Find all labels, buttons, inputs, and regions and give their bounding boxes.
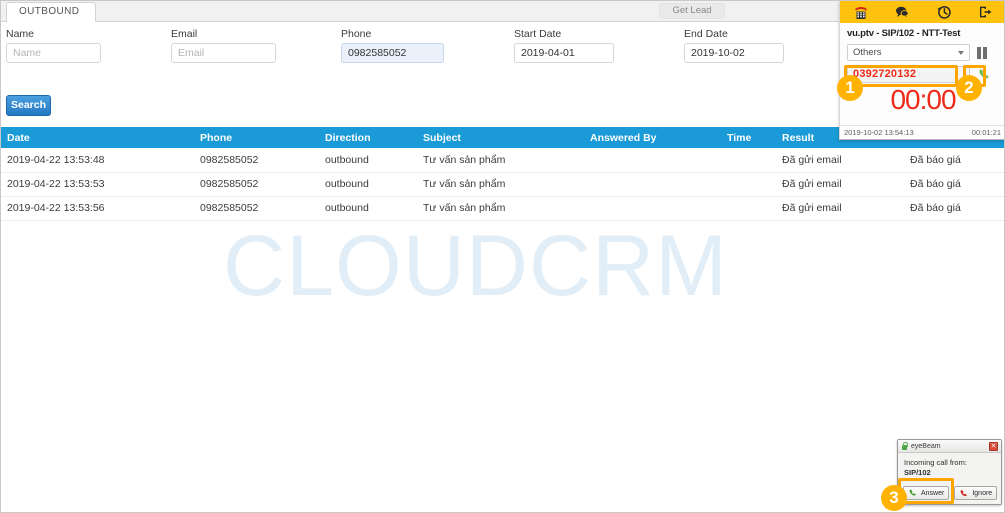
cell-result: Đã gửi email — [776, 196, 904, 221]
column-header-direction[interactable]: Direction — [319, 127, 417, 148]
cell-date: 2019-04-22 13:53:56 — [1, 196, 194, 221]
table-row[interactable]: 2019-04-22 13:53:56 0982585052 outbound … — [1, 196, 1004, 221]
ignore-phone-icon — [961, 490, 968, 497]
table-row[interactable]: 2019-04-22 13:53:48 0982585052 outbound … — [1, 148, 1004, 173]
softphone-status-bar: 2019-10-02 13:54:13 00:01:21 — [840, 125, 1004, 139]
cell-subject: Tư vấn sản phẩm — [417, 172, 584, 197]
calls-table-container: Date Phone Direction Subject Answered By… — [1, 127, 1004, 221]
field-name: Name — [6, 28, 101, 63]
cell-subject: Tư vấn sản phẩm — [417, 196, 584, 221]
eyebeam-caller: SIP/102 — [904, 468, 931, 477]
softphone-status-value: Others — [853, 47, 882, 58]
cell-answered-by — [584, 148, 721, 173]
softphone-panel: vu.ptv - SIP/102 - NTT-Test Others 03927… — [839, 1, 1005, 140]
softphone-uptime: 00:01:21 — [971, 128, 1001, 137]
cell-answered-by — [584, 172, 721, 197]
calls-table-body: 2019-04-22 13:53:48 0982585052 outbound … — [1, 148, 1004, 221]
softphone-account-label: vu.ptv - SIP/102 - NTT-Test — [847, 28, 961, 39]
tab-outbound[interactable]: OUTBOUND — [6, 2, 97, 22]
chat-bubble-icon[interactable] — [882, 1, 924, 23]
search-form: Name Email Phone Start Date End Date Sea… — [1, 22, 839, 127]
lock-icon — [901, 442, 908, 450]
cell-result: Đã gửi email — [776, 148, 904, 173]
field-phone: Phone — [341, 28, 444, 63]
search-input-name[interactable] — [6, 43, 101, 63]
softphone-number-row: 0392720132 — [847, 66, 999, 83]
search-input-phone[interactable] — [341, 43, 444, 63]
column-header-time[interactable]: Time — [721, 127, 776, 148]
logout-icon[interactable] — [965, 1, 1005, 23]
cell-extra: Đã báo giá — [904, 196, 1004, 221]
pause-icon-bar-right — [983, 46, 987, 59]
eyebeam-title: eyeBeam — [911, 442, 941, 450]
search-input-end-date[interactable] — [684, 43, 784, 63]
call-history-icon[interactable] — [923, 1, 965, 23]
call-timer: 00:00 — [890, 84, 956, 115]
close-icon[interactable]: ✕ — [989, 441, 998, 451]
app-window: OUTBOUND Get Lead Name Email Phone Start… — [0, 0, 1005, 513]
cell-extra: Đã báo giá — [904, 148, 1004, 173]
column-header-subject[interactable]: Subject — [417, 127, 584, 148]
column-header-date[interactable]: Date — [1, 127, 194, 148]
cell-date: 2019-04-22 13:53:53 — [1, 172, 194, 197]
softphone-body: vu.ptv - SIP/102 - NTT-Test Others 03927… — [840, 23, 1004, 115]
field-label-end-date: End Date — [684, 28, 728, 40]
dialpad-phone-icon[interactable] — [840, 1, 882, 23]
field-start-date: Start Date — [514, 28, 614, 63]
cell-date: 2019-04-22 13:53:48 — [1, 148, 194, 173]
search-input-email[interactable] — [171, 43, 276, 63]
softphone-status-row: Others — [847, 44, 999, 61]
cell-direction: outbound — [319, 172, 417, 197]
softphone-caller-number[interactable]: 0392720132 — [847, 66, 970, 83]
column-header-phone[interactable]: Phone — [194, 127, 319, 148]
cell-subject: Tư vấn sản phẩm — [417, 148, 584, 173]
cell-answered-by — [584, 196, 721, 221]
get-lead-button[interactable]: Get Lead — [659, 3, 725, 19]
eyebeam-button-row: Answer Ignore — [903, 486, 998, 500]
softphone-toolbar — [840, 1, 1005, 23]
field-label-name: Name — [6, 28, 35, 40]
call-answer-icon[interactable] — [976, 67, 992, 83]
softphone-datetime: 2019-10-02 13:54:13 — [844, 128, 914, 137]
search-input-start-date[interactable] — [514, 43, 614, 63]
field-email: Email — [171, 28, 276, 63]
field-label-phone: Phone — [341, 28, 372, 40]
cell-time — [721, 196, 776, 221]
cell-direction: outbound — [319, 148, 417, 173]
ignore-button[interactable]: Ignore — [954, 486, 998, 500]
cell-extra: Đã báo giá — [904, 172, 1004, 197]
cell-phone: 0982585052 — [194, 172, 319, 197]
answer-button-label: Answer — [921, 489, 945, 497]
field-end-date: End Date — [684, 28, 784, 63]
answer-phone-icon — [909, 489, 916, 496]
pause-icon-bar-left — [977, 46, 981, 59]
pause-button[interactable] — [977, 46, 987, 59]
column-header-answered-by[interactable]: Answered By — [584, 127, 721, 148]
softphone-status-select[interactable]: Others — [847, 44, 970, 61]
answer-button[interactable]: Answer — [903, 486, 950, 500]
calls-table: Date Phone Direction Subject Answered By… — [1, 127, 1004, 221]
cell-phone: 0982585052 — [194, 148, 319, 173]
cell-time — [721, 148, 776, 173]
cell-result: Đã gửi email — [776, 172, 904, 197]
ignore-button-label: Ignore — [972, 489, 993, 497]
cell-phone: 0982585052 — [194, 196, 319, 221]
cell-direction: outbound — [319, 196, 417, 221]
table-row[interactable]: 2019-04-22 13:53:53 0982585052 outbound … — [1, 172, 1004, 197]
field-label-start-date: Start Date — [514, 28, 562, 40]
eyebeam-titlebar: eyeBeam ✕ — [898, 440, 1001, 453]
cloudcrm-watermark: CLOUDCRM — [223, 218, 728, 314]
field-label-email: Email — [171, 28, 198, 40]
cell-time — [721, 172, 776, 197]
tab-strip: OUTBOUND Get Lead — [1, 1, 839, 22]
chevron-down-icon — [958, 51, 964, 55]
search-button[interactable]: Search — [6, 95, 51, 116]
eyebeam-popup: eyeBeam ✕ Incoming call from: SIP/102 An… — [897, 439, 1002, 505]
eyebeam-message: Incoming call from: — [904, 458, 967, 467]
